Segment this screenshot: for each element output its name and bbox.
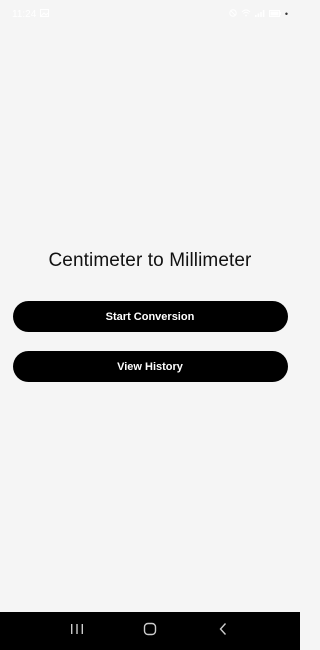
battery-icon [268, 9, 281, 19]
navigation-bar [0, 612, 300, 650]
wifi-icon [241, 9, 251, 19]
recents-icon [70, 622, 84, 640]
status-left: 11:24 [12, 8, 50, 20]
gallery-icon [40, 9, 50, 19]
main-content: Centimeter to Millimeter Start Conversio… [0, 250, 300, 382]
signal-icon [254, 9, 265, 19]
back-icon [218, 622, 228, 641]
status-bar: 11:24 • [0, 0, 300, 28]
mute-icon [229, 9, 237, 19]
view-history-button[interactable]: View History [12, 351, 288, 382]
status-right: • [229, 9, 288, 19]
status-dot: • [284, 9, 288, 19]
home-icon [143, 622, 157, 641]
page-title: Centimeter to Millimeter [48, 250, 252, 271]
back-button[interactable] [208, 616, 238, 646]
home-button[interactable] [135, 616, 165, 646]
start-conversion-button[interactable]: Start Conversion [12, 301, 288, 332]
app-screen: 11:24 • Centimeter to Millimeter Start C… [0, 0, 300, 650]
status-time: 11:24 [12, 8, 37, 20]
recents-button[interactable] [62, 616, 92, 646]
